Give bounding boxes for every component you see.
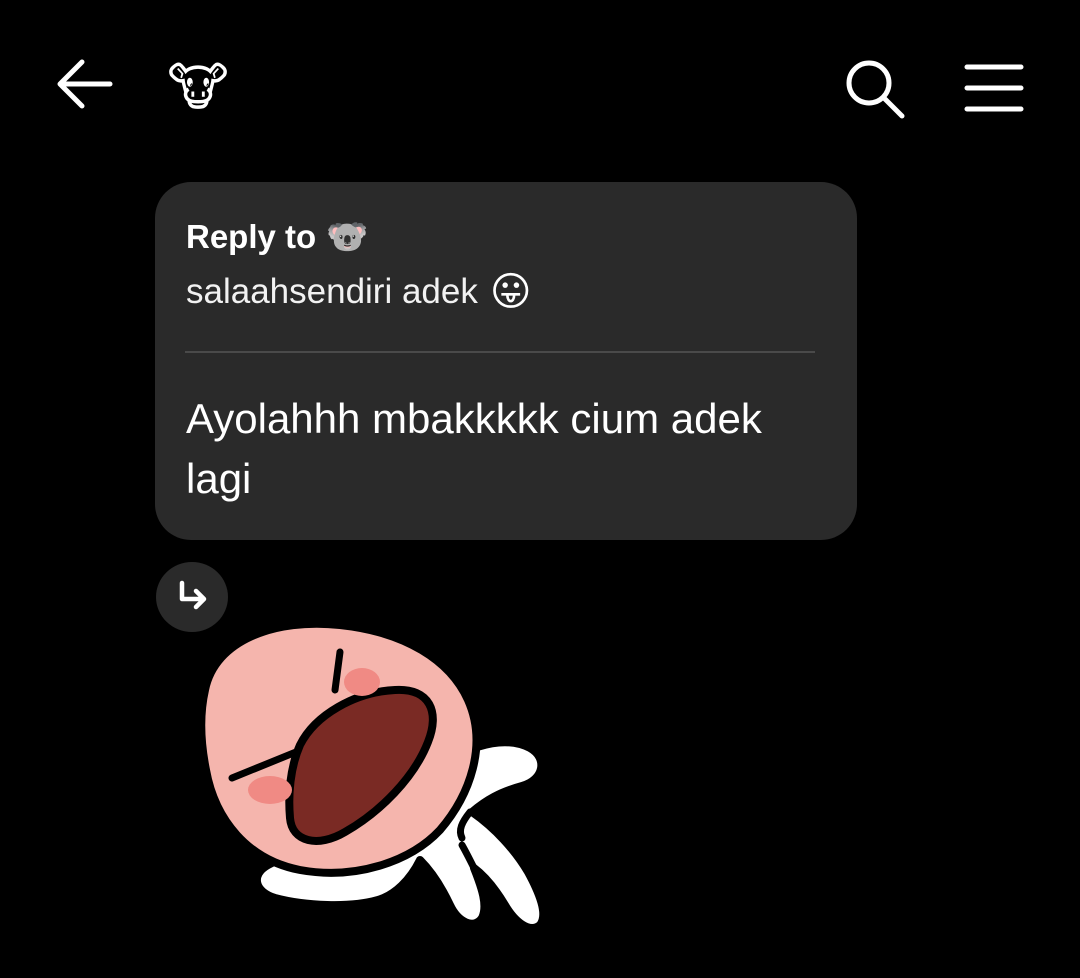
arrow-left-icon (57, 59, 113, 109)
quoted-text: salaahsendiri adek (186, 272, 478, 311)
message-bubble[interactable]: Reply to 🐨 salaahsendiri adek 😛 Ayolahhh… (155, 182, 857, 540)
menu-button[interactable] (956, 50, 1032, 126)
chat-screen: 🐮 Reply to 🐨 salaahsendiri adek 😛 Ayolah… (0, 0, 1080, 978)
reply-header: Reply to 🐨 (186, 218, 369, 256)
hamburger-menu-icon (964, 64, 1024, 112)
search-button[interactable] (836, 50, 912, 126)
search-icon (846, 60, 905, 119)
reply-to-emoji: 🐨 (326, 218, 369, 256)
reply-label: Reply to (186, 218, 317, 255)
contact-emoji: 🐮 (167, 59, 229, 117)
peach-sticker[interactable] (180, 600, 560, 940)
quoted-message[interactable]: salaahsendiri adek 😛 (186, 272, 532, 312)
peach-sticker-image (197, 619, 548, 933)
quoted-emoji: 😛 (489, 270, 532, 314)
message-text: Ayolahhh mbakkkkk cium adek lagi (186, 395, 762, 502)
contact-avatar[interactable]: 🐮 (162, 52, 234, 124)
divider (185, 351, 815, 353)
back-button[interactable] (48, 52, 120, 116)
